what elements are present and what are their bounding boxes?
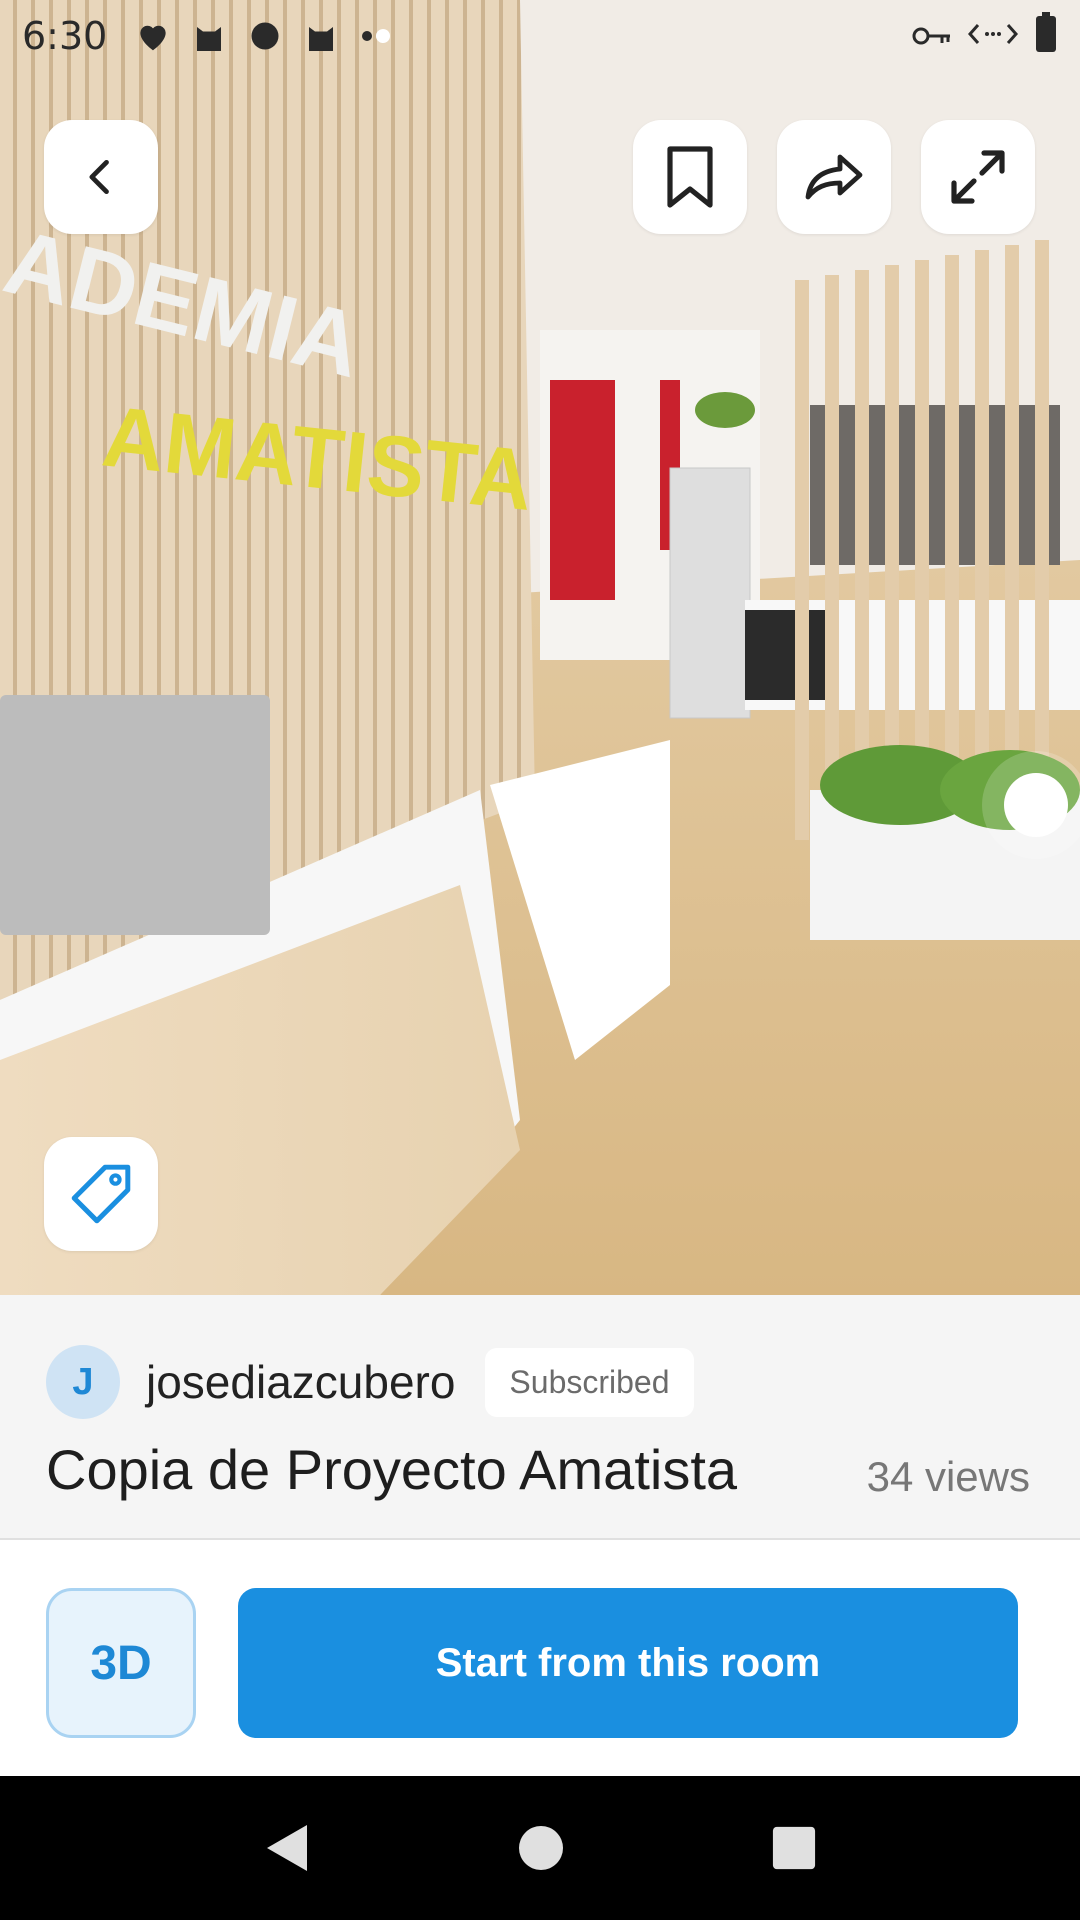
subscribed-badge[interactable]: Subscribed	[485, 1347, 694, 1417]
tag-button[interactable]	[44, 1137, 158, 1251]
status-time: 6:30	[22, 14, 108, 58]
bookmark-button[interactable]	[633, 120, 747, 234]
view-count: 34 views	[866, 1453, 1030, 1500]
author-row[interactable]: J josediazcubero Subscribed	[46, 1345, 694, 1419]
nav-home-icon[interactable]	[517, 1824, 565, 1872]
room-render-image: ADEMIA AMATISTA	[0, 0, 1080, 1295]
battery-icon	[1034, 11, 1058, 61]
room-render-view[interactable]: ADEMIA AMATISTA 6:30	[0, 0, 1080, 1295]
code-arrows-icon	[967, 14, 1019, 58]
project-title: Copia de Proyecto Amatista	[46, 1438, 738, 1501]
back-button[interactable]	[44, 120, 158, 234]
fullscreen-button[interactable]	[921, 120, 1035, 234]
action-bar: 3D Start from this room	[0, 1540, 1080, 1776]
nav-recents-icon[interactable]	[771, 1825, 817, 1871]
heart-pulse-icon	[133, 16, 173, 56]
system-navigation-bar	[0, 1776, 1080, 1920]
chevron-left-icon	[79, 155, 123, 199]
tag-icon	[68, 1161, 134, 1227]
cat-icon	[301, 16, 341, 56]
key-icon	[912, 14, 952, 58]
share-button[interactable]	[777, 120, 891, 234]
notification-dot-icon	[357, 16, 397, 56]
project-info-panel: J josediazcubero Subscribed Copia de Pro…	[0, 1295, 1080, 1540]
share-arrow-icon	[802, 151, 866, 203]
author-name[interactable]: josediazcubero	[146, 1355, 455, 1409]
hotspot-navigation-dot[interactable]	[1004, 773, 1068, 837]
nav-back-icon[interactable]	[263, 1821, 311, 1875]
3d-mode-button[interactable]: 3D	[46, 1588, 196, 1738]
bookmark-icon	[664, 145, 716, 209]
avatar[interactable]: J	[46, 1345, 120, 1419]
cat-icon	[189, 16, 229, 56]
start-from-room-button[interactable]: Start from this room	[238, 1588, 1018, 1738]
expand-icon	[946, 145, 1010, 209]
leaf-badge-icon	[245, 16, 285, 56]
status-bar: 6:30	[0, 0, 1080, 72]
